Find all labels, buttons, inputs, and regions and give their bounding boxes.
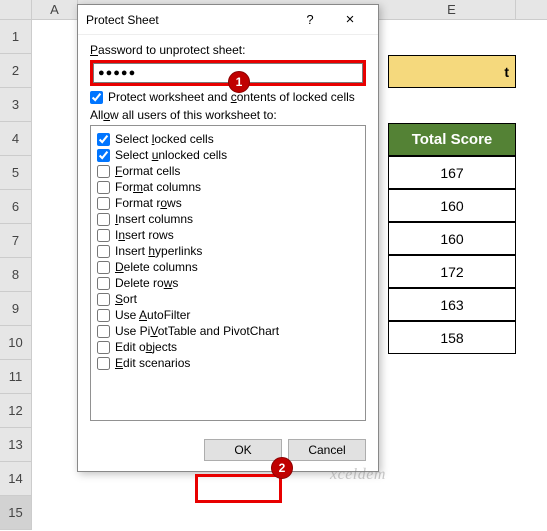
- row-header[interactable]: 2: [0, 54, 32, 88]
- permission-row[interactable]: Sort: [97, 292, 359, 306]
- permission-label: Sort: [115, 292, 137, 306]
- permission-label: Use PiVotTable and PivotChart: [115, 324, 279, 338]
- permission-label: Insert columns: [115, 212, 193, 226]
- permission-row[interactable]: Edit scenarios: [97, 356, 359, 370]
- permission-label: Select locked cells: [115, 132, 214, 146]
- row-header[interactable]: 12: [0, 394, 32, 428]
- permission-label: Edit objects: [115, 340, 177, 354]
- row-header[interactable]: 3: [0, 88, 32, 122]
- row-header[interactable]: 6: [0, 190, 32, 224]
- permission-row[interactable]: Insert hyperlinks: [97, 244, 359, 258]
- dialog-body: Password to unprotect sheet: Protect wor…: [78, 35, 378, 431]
- row-header[interactable]: 14: [0, 462, 32, 496]
- row-header[interactable]: 15: [0, 496, 32, 530]
- row-header[interactable]: 11: [0, 360, 32, 394]
- permission-row[interactable]: Format columns: [97, 180, 359, 194]
- permission-checkbox[interactable]: [97, 277, 110, 290]
- permission-label: Use AutoFilter: [115, 308, 190, 322]
- protect-contents-row[interactable]: Protect worksheet and contents of locked…: [90, 90, 366, 104]
- row-header[interactable]: 1: [0, 20, 32, 54]
- permission-label: Format cells: [115, 164, 180, 178]
- permission-checkbox[interactable]: [97, 341, 110, 354]
- close-button[interactable]: ×: [330, 7, 370, 33]
- permission-row[interactable]: Select locked cells: [97, 132, 359, 146]
- permission-row[interactable]: Use AutoFilter: [97, 308, 359, 322]
- password-label: Password to unprotect sheet:: [90, 43, 366, 57]
- col-header-a[interactable]: A: [32, 0, 78, 19]
- data-cell[interactable]: 160: [388, 189, 516, 222]
- permission-label: Edit scenarios: [115, 356, 190, 370]
- protect-contents-label: Protect worksheet and contents of locked…: [108, 90, 355, 104]
- row-header[interactable]: 4: [0, 122, 32, 156]
- permission-row[interactable]: Format rows: [97, 196, 359, 210]
- row-headers: 1 2 3 4 5 6 7 8 9 10 11 12 13 14 15: [0, 20, 32, 530]
- callout-1: 1: [228, 71, 250, 93]
- title-cell[interactable]: t: [388, 55, 516, 88]
- data-cell[interactable]: 172: [388, 255, 516, 288]
- dialog-buttons: OK Cancel: [78, 431, 378, 471]
- cancel-button[interactable]: Cancel: [288, 439, 366, 461]
- data-cell[interactable]: 167: [388, 156, 516, 189]
- data-cell[interactable]: 163: [388, 288, 516, 321]
- permission-checkbox[interactable]: [97, 325, 110, 338]
- permission-checkbox[interactable]: [97, 229, 110, 242]
- row-header[interactable]: 8: [0, 258, 32, 292]
- dialog-title: Protect Sheet: [86, 13, 290, 27]
- permission-row[interactable]: Format cells: [97, 164, 359, 178]
- protect-sheet-dialog: Protect Sheet ? × Password to unprotect …: [77, 4, 379, 472]
- permission-checkbox[interactable]: [97, 165, 110, 178]
- permissions-list[interactable]: Select locked cells Select unlocked cells…: [90, 125, 366, 421]
- permission-label: Format rows: [115, 196, 182, 210]
- permission-checkbox[interactable]: [97, 293, 110, 306]
- permission-label: Select unlocked cells: [115, 148, 227, 162]
- row-header[interactable]: 9: [0, 292, 32, 326]
- permission-checkbox[interactable]: [97, 309, 110, 322]
- permission-checkbox[interactable]: [97, 357, 110, 370]
- permission-row[interactable]: Delete rows: [97, 276, 359, 290]
- permission-row[interactable]: Use PiVotTable and PivotChart: [97, 324, 359, 338]
- permission-label: Format columns: [115, 180, 201, 194]
- permission-row[interactable]: Delete columns: [97, 260, 359, 274]
- row-header[interactable]: 5: [0, 156, 32, 190]
- permission-row[interactable]: Edit objects: [97, 340, 359, 354]
- select-all-corner[interactable]: [0, 0, 32, 19]
- permission-label: Insert rows: [115, 228, 174, 242]
- permission-row[interactable]: Insert rows: [97, 228, 359, 242]
- permission-label: Delete columns: [115, 260, 198, 274]
- protect-contents-checkbox[interactable]: [90, 91, 103, 104]
- row-header[interactable]: 7: [0, 224, 32, 258]
- allow-users-label: Allow all users of this worksheet to:: [90, 108, 366, 122]
- dialog-titlebar[interactable]: Protect Sheet ? ×: [78, 5, 378, 35]
- permission-row[interactable]: Insert columns: [97, 212, 359, 226]
- permission-label: Delete rows: [115, 276, 178, 290]
- row-header[interactable]: 10: [0, 326, 32, 360]
- permission-checkbox[interactable]: [97, 245, 110, 258]
- permission-checkbox[interactable]: [97, 181, 110, 194]
- data-cell[interactable]: 158: [388, 321, 516, 354]
- permission-checkbox[interactable]: [97, 213, 110, 226]
- permission-checkbox[interactable]: [97, 133, 110, 146]
- permission-checkbox[interactable]: [97, 149, 110, 162]
- permission-label: Insert hyperlinks: [115, 244, 202, 258]
- ok-button[interactable]: OK: [204, 439, 282, 461]
- permission-checkbox[interactable]: [97, 197, 110, 210]
- row-header[interactable]: 13: [0, 428, 32, 462]
- header-total-score[interactable]: Total Score: [388, 123, 516, 156]
- col-header-e[interactable]: E: [388, 0, 516, 19]
- data-cell[interactable]: 160: [388, 222, 516, 255]
- watermark: xceldem: [330, 466, 386, 484]
- permission-checkbox[interactable]: [97, 261, 110, 274]
- callout-2: 2: [271, 457, 293, 479]
- permission-row[interactable]: Select unlocked cells: [97, 148, 359, 162]
- help-button[interactable]: ?: [290, 7, 330, 33]
